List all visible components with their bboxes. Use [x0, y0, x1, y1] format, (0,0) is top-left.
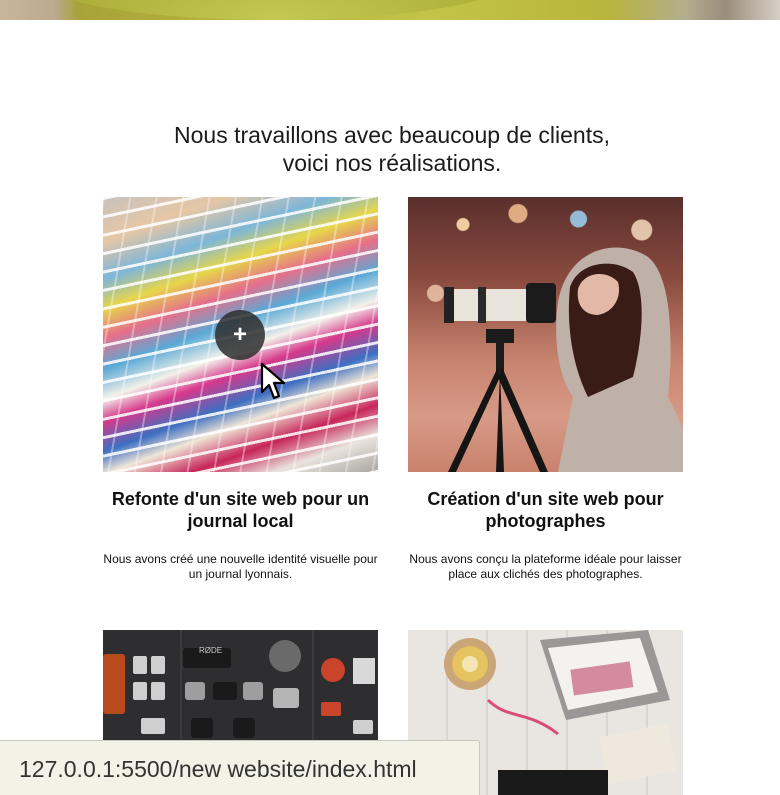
card-description: Nous avons conçu la plateforme idéale po…	[408, 552, 683, 582]
card-title[interactable]: Refonte d'un site web pour un journal lo…	[103, 488, 378, 532]
card-title-line: photographes	[485, 511, 606, 531]
card-description-line: Nous avons conçu la plateforme idéale po…	[409, 552, 682, 566]
svg-text:RØDE: RØDE	[199, 646, 222, 655]
section-title-line-2: voici nos réalisations.	[282, 150, 502, 176]
card-description: Nous avons créé une nouvelle identité vi…	[103, 552, 378, 582]
card-description-line: un journal lyonnais.	[188, 567, 293, 581]
card-description-line: Nous avons créé une nouvelle identité vi…	[103, 552, 378, 566]
card-title[interactable]: Création d'un site web pour photographes	[408, 488, 683, 532]
section-title-line-1: Nous travaillons avec beaucoup de client…	[174, 122, 610, 148]
magazines-image[interactable]: +	[103, 197, 378, 472]
camera-tripod-icon	[444, 247, 683, 472]
portfolio-card-photographers[interactable]: Création d'un site web pour photographes…	[408, 197, 683, 582]
section-title: Nous travaillons avec beaucoup de client…	[0, 121, 780, 177]
hero-image-bottom	[0, 0, 780, 20]
portfolio-card-journal[interactable]: + Refonte d'un site web pour un journal …	[103, 197, 378, 582]
photographer-image[interactable]	[408, 197, 683, 472]
card-description-line: place aux clichés des photographes.	[448, 567, 643, 581]
status-bar-url: 127.0.0.1:5500/new website/index.html	[0, 740, 480, 795]
mouse-cursor-icon	[260, 362, 286, 400]
card-title-line: Refonte d'un site web pour un	[111, 489, 370, 509]
card-title-line: journal local	[187, 511, 294, 531]
plus-icon[interactable]: +	[215, 310, 265, 360]
card-title-line: Création d'un site web pour	[427, 489, 664, 509]
